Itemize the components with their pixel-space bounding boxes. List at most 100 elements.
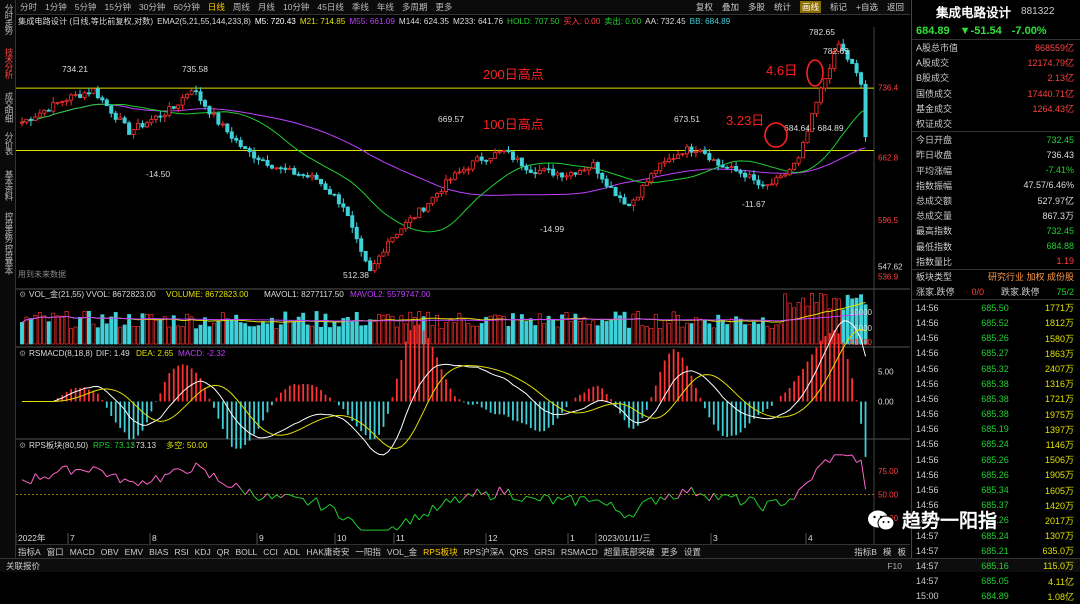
sector-value[interactable]: 研究行业 加权 成份股 — [988, 270, 1074, 283]
kline-chart[interactable]: VOL_金(21,55)VVOL: 8672823.00VOLUME: 8672… — [16, 27, 910, 544]
indicator-tab-right[interactable]: 指标B — [854, 546, 877, 558]
date-label: 1 — [570, 533, 575, 543]
candle-body — [199, 92, 202, 101]
indicator-tab[interactable]: 设置 — [684, 546, 701, 558]
period-tab[interactable]: 5分钟 — [75, 1, 97, 13]
indicator-tabs: 指标A 窗口 MACD OBV EMV BIAS RSI KDJ QR BOLL CCI ADL HAK… — [16, 544, 910, 558]
rps-segment — [89, 467, 93, 473]
indicator-tab[interactable]: QR — [217, 547, 230, 557]
volume-bar — [96, 328, 99, 344]
left-tab[interactable]: 分时走势 — [2, 4, 14, 34]
tick-time: 14:56 — [916, 424, 969, 434]
tick-time: 14:56 — [916, 485, 969, 495]
indicator-tab[interactable]: EMV — [125, 547, 143, 557]
period-tab[interactable]: 60分钟 — [173, 1, 199, 13]
rps-segment — [571, 495, 575, 505]
tick-volume: 1771万 — [1021, 301, 1074, 314]
left-tab[interactable]: 控盘走势 — [2, 212, 14, 242]
rps-segment — [647, 497, 651, 499]
indicator-tab[interactable]: ADL — [284, 547, 301, 557]
indicator-tab[interactable]: CCI — [263, 547, 278, 557]
settings-icon[interactable]: ⚙ — [19, 349, 26, 358]
indicator-tab[interactable]: BIAS — [149, 547, 168, 557]
period-tab[interactable]: 周线 — [233, 1, 250, 13]
indicator-tab[interactable]: RPS板块 — [423, 546, 457, 558]
settings-icon[interactable]: ⚙ — [19, 290, 26, 299]
candle-body — [703, 150, 706, 153]
candle-body — [516, 158, 519, 160]
indicator-tab[interactable]: 窗口 — [47, 546, 64, 558]
tick-time: 14:56 — [916, 455, 969, 465]
tool-button[interactable]: 返回 — [887, 1, 904, 13]
settings-icon[interactable]: ⚙ — [19, 441, 26, 450]
stat-value: 12174.79亿 — [1027, 56, 1074, 69]
candle-body — [319, 179, 322, 184]
indicator-tab[interactable]: RSI — [174, 547, 188, 557]
period-tab[interactable]: 季线 — [352, 1, 369, 13]
rps-segment — [857, 460, 861, 462]
rps-segment — [218, 481, 222, 484]
rps-segment — [575, 497, 579, 506]
indicator-tab-right[interactable]: 板 — [897, 546, 906, 558]
indicator-tab[interactable]: RSMACD — [561, 547, 598, 557]
period-tab[interactable]: 30分钟 — [139, 1, 165, 13]
volume-bar — [208, 327, 211, 344]
tick-price: 685.38 — [969, 379, 1022, 389]
indicator-tab[interactable]: BOLL — [235, 547, 257, 557]
indicator-tab[interactable]: QRS — [510, 547, 528, 557]
period-tab[interactable]: 45日线 — [317, 1, 343, 13]
left-tab[interactable]: 控盘基本 — [2, 244, 14, 274]
period-tab[interactable]: 更多 — [435, 1, 452, 13]
status-left[interactable]: 关联报价 — [6, 560, 40, 572]
indicator-header: 集成电路设计 (日线,等比前复权,对数) EMA2(5,21,55,144,23… — [16, 15, 910, 27]
period-tab[interactable]: 15分钟 — [104, 1, 130, 13]
period-tab[interactable]: 分时 — [20, 1, 37, 13]
candle-body — [427, 204, 430, 211]
indicator-tab[interactable]: 一阳指 — [355, 546, 381, 558]
tool-button[interactable]: 多股 — [748, 1, 765, 13]
stat-row: 基金成交1264.43亿 — [912, 101, 1080, 116]
period-tab[interactable]: 10分钟 — [283, 1, 309, 13]
left-tab[interactable]: 技术分析 — [2, 48, 14, 78]
left-tab[interactable]: 基本资料 — [2, 170, 14, 200]
left-tab[interactable]: 成交明细 — [2, 92, 14, 122]
period-tab[interactable]: 日线 — [208, 1, 225, 13]
period-tab[interactable]: 年线 — [377, 1, 394, 13]
volume-bar — [311, 326, 314, 344]
indicator-tab[interactable]: VOL_金 — [387, 546, 417, 558]
tool-button[interactable]: +自选 — [856, 1, 878, 13]
period-tab[interactable]: 多周期 — [402, 1, 428, 13]
tick-time: 14:56 — [916, 364, 969, 374]
candle-body — [110, 106, 113, 114]
candle-body — [25, 119, 28, 122]
candle-body — [694, 152, 697, 153]
volume-bar — [61, 316, 64, 344]
indicator-tab[interactable]: MACD — [70, 547, 95, 557]
period-tab[interactable]: 月线 — [258, 1, 275, 13]
indicator-tab[interactable]: GRSI — [534, 547, 555, 557]
indicator-tab[interactable]: 指标A — [18, 546, 41, 558]
rps-segment — [419, 514, 423, 520]
volume-bar — [529, 319, 532, 344]
indicator-tab[interactable]: OBV — [101, 547, 119, 557]
indicator-tab[interactable]: KDJ — [195, 547, 211, 557]
period-tab[interactable]: 1分钟 — [45, 1, 67, 13]
tool-button[interactable]: 叠加 — [722, 1, 739, 13]
tool-button[interactable]: 复权 — [696, 1, 713, 13]
indicator-tab[interactable]: 更多 — [661, 546, 678, 558]
price-label: 734.21 — [62, 64, 88, 74]
candle-body — [190, 91, 193, 95]
watermark: 趋势一阳指 — [866, 506, 997, 533]
indicator-tab-right[interactable]: 模 — [883, 546, 892, 558]
f10-label[interactable]: F10 — [887, 561, 902, 571]
tool-button[interactable]: 统计 — [774, 1, 791, 13]
tick-price: 685.26 — [969, 455, 1022, 465]
rps-segment — [700, 494, 704, 496]
tool-button[interactable]: 画线 — [800, 1, 821, 13]
left-tab[interactable]: 分价表 — [2, 132, 14, 155]
tool-button[interactable]: 标记 — [830, 1, 847, 13]
candle-body — [34, 117, 37, 120]
indicator-tab[interactable]: HAK庸奇安 — [306, 546, 349, 558]
indicator-tab[interactable]: 超量底部突破 — [604, 546, 655, 558]
indicator-tab[interactable]: RPS沪深A — [464, 546, 504, 558]
